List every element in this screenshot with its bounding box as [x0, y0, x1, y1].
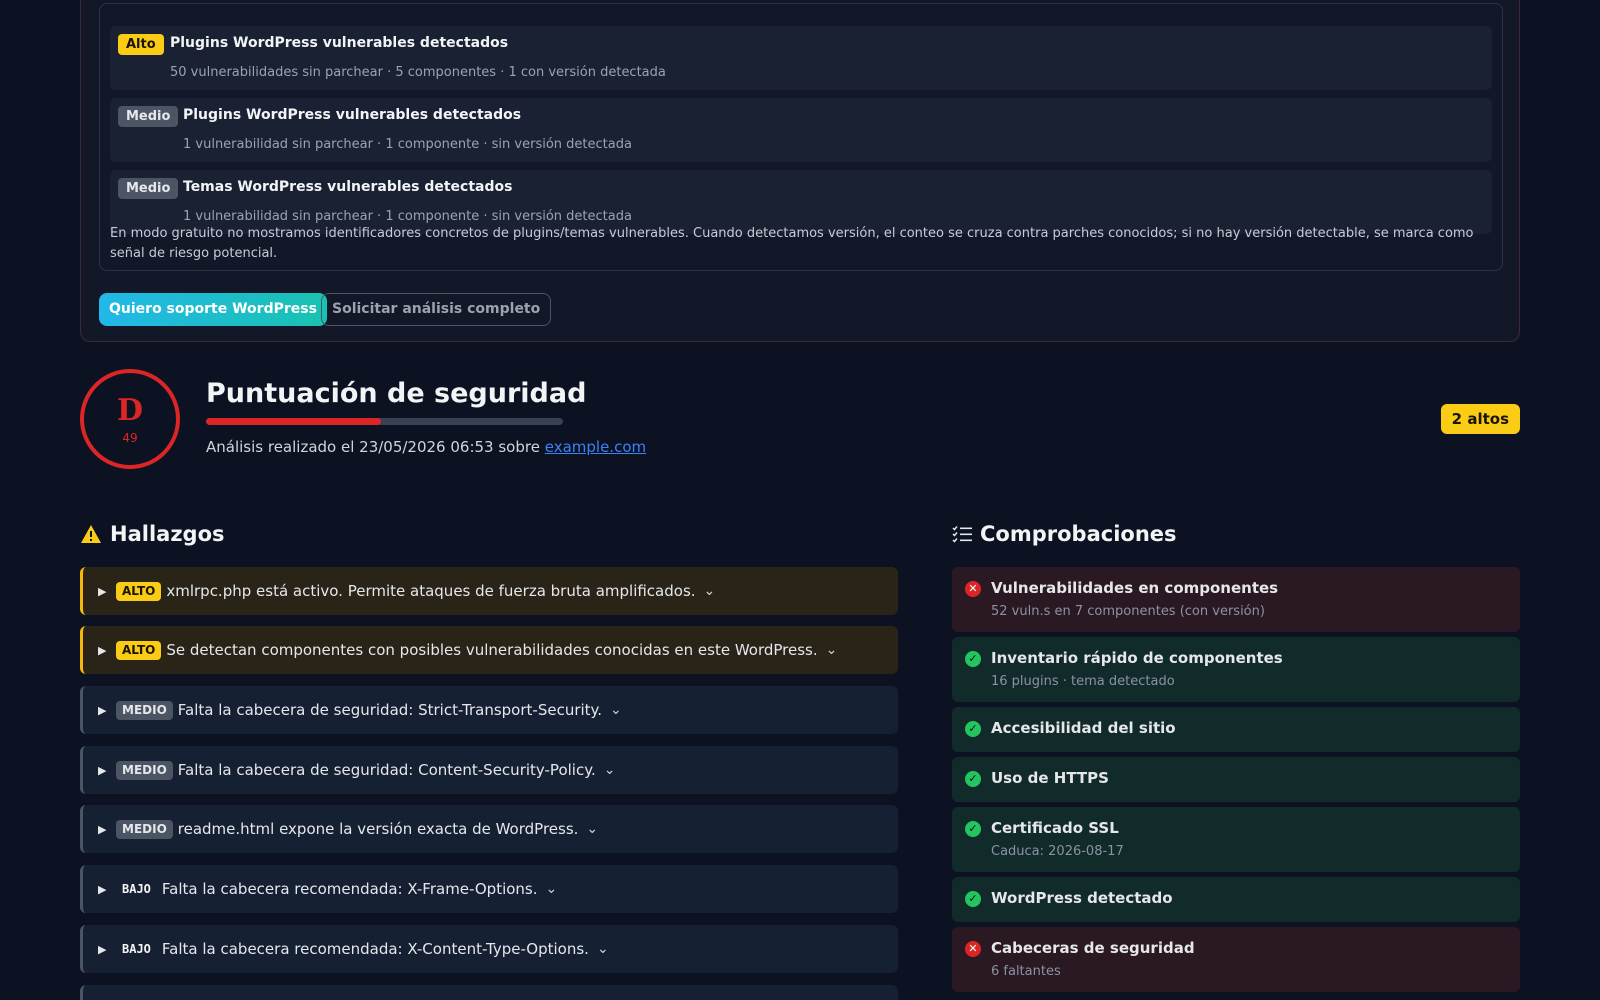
findings-heading: Hallazgos: [80, 522, 225, 546]
wordpress-support-button[interactable]: Quiero soporte WordPress: [99, 293, 327, 326]
checks-title: Comprobaciones: [980, 522, 1177, 546]
finding-row[interactable]: ▶ MEDIO Falta la cabecera de seguridad: …: [80, 746, 898, 794]
finding-text: Falta la cabecera de seguridad: Strict-T…: [177, 701, 603, 719]
expand-triangle-icon: ▶: [98, 822, 107, 836]
check-title: Certificado SSL: [991, 819, 1119, 837]
finding-text: Falta la cabecera recomendada: X-Content…: [161, 940, 589, 958]
vulnerable-components-list: Alto Plugins WordPress vulnerables detec…: [99, 3, 1503, 271]
vuln-detail: 1 vulnerabilidad sin parchear · 1 compon…: [183, 209, 632, 224]
severity-badge: ALTO: [116, 640, 162, 660]
severity-badge: Alto: [118, 34, 164, 55]
check-title: Inventario rápido de componentes: [991, 649, 1283, 667]
check-item: ✕ Cabeceras de seguridad 6 faltantes: [952, 927, 1520, 992]
vuln-detail: 50 vulnerabilidades sin parchear · 5 com…: [170, 65, 666, 80]
check-circle-icon: ✓: [965, 821, 981, 837]
grade-score: 49: [122, 431, 138, 445]
request-full-analysis-button[interactable]: Solicitar análisis completo: [321, 293, 552, 326]
check-title: Uso de HTTPS: [991, 769, 1109, 787]
check-item: ✕ Vulnerabilidades en componentes 52 vul…: [952, 567, 1520, 632]
checks-heading: Comprobaciones: [952, 522, 1177, 546]
finding-text: readme.html expone la versión exacta de …: [177, 820, 579, 838]
high-count-badge: 2 altos: [1440, 404, 1520, 434]
check-item: ✓ Inventario rápido de componentes 16 pl…: [952, 637, 1520, 702]
severity-badge: MEDIO: [116, 760, 173, 780]
finding-row[interactable]: ▶ MEDIO readme.html expone la versión ex…: [80, 805, 898, 853]
chevron-down-icon: ⌄: [703, 583, 716, 599]
finding-text: xmlrpc.php está activo. Permite ataques …: [166, 582, 696, 600]
severity-badge: MEDIO: [116, 819, 173, 839]
vuln-title: Temas WordPress vulnerables detectados: [183, 179, 513, 195]
warning-icon: [81, 525, 101, 543]
severity-badge: MEDIO: [116, 700, 173, 720]
severity-badge: BAJO: [122, 941, 151, 956]
check-title: Vulnerabilidades en componentes: [991, 579, 1279, 597]
vuln-item: Alto Plugins WordPress vulnerables detec…: [110, 26, 1492, 90]
finding-row[interactable]: ▶ MEDIO Falta la cabecera de seguridad: …: [80, 686, 898, 734]
check-item: ✓ WordPress detectado: [952, 877, 1520, 922]
expand-triangle-icon: ▶: [98, 882, 107, 896]
check-detail: 16 plugins · tema detectado: [991, 674, 1175, 689]
vuln-detail: 1 vulnerabilidad sin parchear · 1 compon…: [183, 137, 632, 152]
score-progress-bar: [206, 418, 563, 425]
chevron-down-icon: ⌄: [545, 881, 558, 897]
severity-badge: ALTO: [116, 581, 162, 601]
check-title: WordPress detectado: [991, 889, 1173, 907]
finding-text: Falta la cabecera recomendada: X-Frame-O…: [161, 880, 538, 898]
check-item: ✓ Accesibilidad del sitio: [952, 707, 1520, 752]
page-title: Puntuación de seguridad: [206, 378, 587, 409]
expand-triangle-icon: ▶: [98, 703, 107, 717]
finding-text: Falta la cabecera de seguridad: Content-…: [177, 761, 596, 779]
vuln-title: Plugins WordPress vulnerables detectados: [183, 107, 522, 123]
finding-row[interactable]: ▶ BAJO Falta la cabecera recomendada: X-…: [80, 865, 898, 913]
finding-row[interactable]: ▶ BAJO Falta la cabecera recomendada: X-…: [80, 925, 898, 973]
vuln-title: Plugins WordPress vulnerables detectados: [170, 35, 509, 51]
vuln-item: Medio Plugins WordPress vulnerables dete…: [110, 98, 1492, 162]
scanned-domain-link[interactable]: example.com: [545, 438, 646, 456]
check-title: Accesibilidad del sitio: [991, 719, 1176, 737]
error-icon: ✕: [965, 581, 981, 597]
severity-badge: Medio: [118, 106, 179, 127]
expand-triangle-icon: ▶: [98, 643, 107, 657]
finding-row-partial[interactable]: [80, 985, 898, 1000]
check-detail: 6 faltantes: [991, 964, 1061, 979]
chevron-down-icon: ⌄: [596, 941, 609, 957]
checklist-icon: [952, 526, 972, 543]
free-mode-note: En modo gratuito no mostramos identifica…: [110, 226, 1474, 261]
chevron-down-icon: ⌄: [610, 702, 622, 718]
vulnerable-components-card: Alto Plugins WordPress vulnerables detec…: [80, 0, 1520, 342]
chevron-down-icon: ⌄: [586, 821, 599, 837]
check-circle-icon: ✓: [965, 651, 981, 667]
check-circle-icon: ✓: [965, 771, 981, 787]
expand-triangle-icon: ▶: [98, 584, 107, 598]
expand-triangle-icon: ▶: [98, 942, 107, 956]
chevron-down-icon: ⌄: [825, 642, 838, 658]
check-title: Cabeceras de seguridad: [991, 939, 1195, 957]
findings-title: Hallazgos: [110, 522, 225, 546]
chevron-down-icon: ⌄: [603, 762, 616, 778]
score-progress-fill: [206, 418, 381, 425]
analysis-meta: Análisis realizado el 23/05/2026 06:53 s…: [206, 438, 646, 456]
finding-row[interactable]: ▶ ALTO Se detectan componentes con posib…: [80, 626, 898, 674]
error-icon: ✕: [965, 941, 981, 957]
grade-letter: D: [116, 393, 143, 428]
severity-badge: Medio: [118, 178, 179, 199]
severity-badge: BAJO: [122, 881, 151, 896]
check-item: ✓ Certificado SSL Caduca: 2026-08-17: [952, 807, 1520, 872]
finding-row[interactable]: ▶ ALTO xmlrpc.php está activo. Permite a…: [80, 567, 898, 615]
check-detail: Caduca: 2026-08-17: [991, 844, 1124, 859]
check-item: ✓ Uso de HTTPS: [952, 757, 1520, 802]
finding-text: Se detectan componentes con posibles vul…: [166, 641, 818, 659]
check-detail: 52 vuln.s en 7 componentes (con versión): [991, 604, 1265, 619]
check-circle-icon: ✓: [965, 721, 981, 737]
analysis-date-text: Análisis realizado el 23/05/2026 06:53 s…: [206, 438, 540, 456]
expand-triangle-icon: ▶: [98, 763, 107, 777]
security-grade-badge: D 49: [80, 369, 180, 469]
check-circle-icon: ✓: [965, 891, 981, 907]
